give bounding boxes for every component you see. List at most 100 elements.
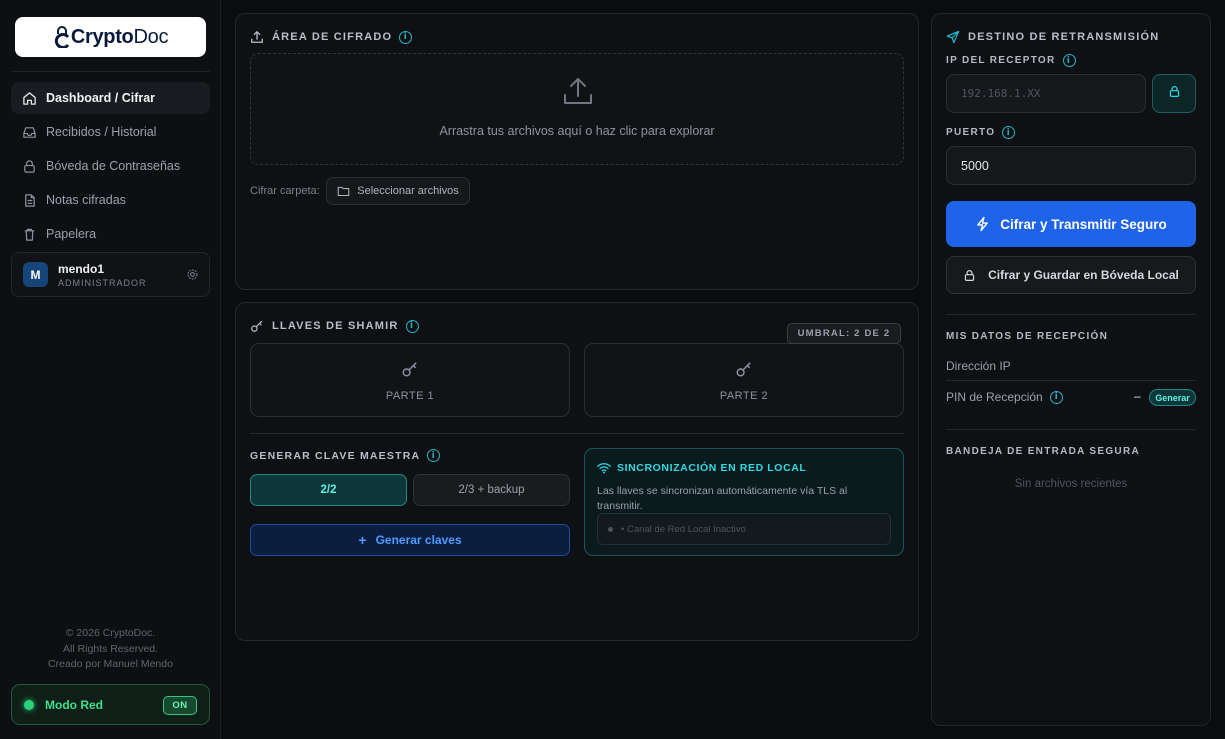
encrypt-area-panel: ÁREA DE CIFRADO i Arrastra tus archivos … (235, 13, 919, 290)
sidebar-divider (11, 71, 210, 72)
user-info: mendo1 ADMINISTRADOR (58, 262, 147, 288)
right-divider (946, 429, 1196, 430)
sidebar-item-trash[interactable]: Papelera (11, 218, 210, 250)
plus-icon: + (358, 532, 367, 548)
sync-title: SINCRONIZACIÓN EN RED LOCAL (617, 462, 807, 474)
app-logo[interactable]: Crypto Doc (15, 17, 206, 57)
info-icon[interactable]: i (1002, 126, 1016, 139)
encrypt-transmit-button[interactable]: Cifrar y Transmitir Seguro (946, 201, 1196, 247)
generate-keys-button[interactable]: + Generar claves (250, 524, 570, 556)
local-sync-box: SINCRONIZACIÓN EN RED LOCAL Las llaves s… (584, 448, 904, 556)
port-label: PUERTO (946, 127, 996, 138)
key-icon (401, 360, 419, 383)
info-icon[interactable]: i (405, 319, 419, 333)
user-card[interactable]: M mendo1 ADMINISTRADOR (11, 252, 210, 297)
receiver-ip-input[interactable]: 192.168.1.XX (946, 74, 1146, 113)
sidebar-item-label: Bóveda de Contraseñas (46, 159, 181, 173)
lightning-icon (975, 216, 990, 232)
network-mode-label: Modo Red (45, 697, 103, 712)
lock-icon (1168, 85, 1181, 103)
shamir-title: LLAVES DE SHAMIR (272, 320, 399, 332)
document-icon (21, 192, 37, 208)
upload-large-icon (561, 74, 595, 113)
pin-value: – (1134, 389, 1141, 403)
transmission-panel: DESTINO DE RETRANSMISIÓN IP DEL RECEPTOR… (931, 13, 1211, 726)
port-input[interactable]: 5000 (946, 146, 1196, 185)
sidebar-item-label: Notas cifradas (46, 193, 126, 207)
threshold-badge: UMBRAL: 2 DE 2 (787, 323, 901, 344)
sidebar-item-notes[interactable]: Notas cifradas (11, 184, 210, 216)
shamir-divider (250, 433, 904, 434)
logo-lock-icon (53, 26, 71, 49)
sidebar-footer: © 2026 CryptoDoc. All Rights Reserved. C… (11, 626, 210, 673)
info-icon[interactable]: i (1049, 390, 1063, 404)
option-2-of-3-button[interactable]: 2/3 + backup (413, 474, 570, 506)
user-role: ADMINISTRADOR (58, 277, 147, 288)
wifi-icon (597, 462, 611, 474)
sidebar-item-dashboard[interactable]: Dashboard / Cifrar (11, 82, 210, 114)
sync-description: Las llaves se sincronizan automáticament… (597, 485, 848, 512)
sidebar-item-label: Papelera (46, 227, 97, 241)
encrypt-transmit-label: Cifrar y Transmitir Seguro (1000, 216, 1167, 232)
sidebar-nav: Dashboard / Cifrar Recibidos / Historial… (11, 82, 210, 252)
shamir-header: LLAVES DE SHAMIR i (250, 319, 419, 333)
pin-label: PIN de Recepción (946, 390, 1043, 404)
generate-pin-button[interactable]: Generar (1149, 389, 1196, 406)
lock-icon (963, 269, 976, 282)
logo-wordmark: Crypto Doc (53, 26, 168, 49)
inbox-icon (21, 124, 37, 140)
key-icon (250, 319, 264, 333)
master-key-title: GENERAR CLAVE MAESTRA (250, 449, 421, 462)
select-files-button[interactable]: Seleccionar archivos (326, 177, 470, 205)
sync-status-text: • Canal de Red Local Inactivo (621, 523, 746, 535)
secure-inbox-title: BANDEJA DE ENTRADA SEGURA (946, 446, 1140, 457)
port-header: PUERTO i (946, 126, 1016, 139)
footer-author: Creado por Manuel Mendo (48, 658, 173, 670)
avatar: M (23, 262, 48, 287)
info-icon[interactable]: i (1062, 54, 1076, 67)
upload-icon (250, 30, 264, 44)
encrypt-area-title: ÁREA DE CIFRADO (272, 31, 393, 43)
sidebar: Crypto Doc Dashboard / Cifrar Recibidos /… (0, 0, 221, 739)
option-2-of-2-button[interactable]: 2/2 (250, 474, 407, 506)
receiver-ip-header: IP DEL RECEPTOR i (946, 54, 1076, 67)
sync-header: SINCRONIZACIÓN EN RED LOCAL (597, 462, 806, 474)
sidebar-item-vault[interactable]: Bóveda de Contraseñas (11, 150, 210, 182)
sidebar-item-received[interactable]: Recibidos / Historial (11, 116, 210, 148)
lock-ip-button[interactable] (1152, 74, 1196, 113)
master-key-header: GENERAR CLAVE MAESTRA i (250, 449, 441, 462)
footer-rights: All Rights Reserved. (62, 642, 159, 655)
sidebar-item-label: Dashboard / Cifrar (46, 91, 156, 105)
network-on-badge[interactable]: ON (163, 696, 197, 715)
right-divider (946, 314, 1196, 315)
encrypt-area-header: ÁREA DE CIFRADO i (250, 30, 413, 44)
shamir-part-label: PARTE 2 (719, 390, 769, 402)
right-divider (946, 380, 1196, 381)
send-icon (946, 30, 960, 44)
shamir-part-1[interactable]: PARTE 1 (250, 343, 570, 417)
folder-icon (337, 185, 350, 197)
footer-copyright: © 2026 CryptoDoc. (65, 627, 156, 639)
trash-icon (21, 226, 37, 242)
gear-icon[interactable] (186, 268, 199, 286)
ip-address-label: Dirección IP (946, 359, 1011, 373)
file-dropzone[interactable]: Arrastra tus archivos aquí o haz clic pa… (250, 53, 904, 165)
select-files-label: Seleccionar archivos (357, 185, 459, 197)
reception-data-title: MIS DATOS DE RECEPCIÓN (946, 331, 1109, 342)
encrypt-save-vault-button[interactable]: Cifrar y Guardar en Bóveda Local (946, 256, 1196, 294)
logo-light-text: Doc (133, 25, 169, 48)
receiver-ip-label: IP DEL RECEPTOR (946, 55, 1056, 66)
network-status-dot (24, 699, 34, 710)
network-mode-toggle[interactable]: Modo Red ON (11, 684, 210, 725)
logo-bold-text: Crypto (70, 25, 134, 48)
generate-keys-label: Generar claves (375, 533, 462, 547)
shamir-keys-panel: LLAVES DE SHAMIR i PARTE 1 PARTE 2 UMBRA… (235, 302, 919, 641)
encrypt-save-vault-label: Cifrar y Guardar en Bóveda Local (988, 268, 1179, 282)
info-icon[interactable]: i (427, 449, 441, 462)
lock-icon (21, 158, 37, 174)
home-icon (21, 90, 37, 106)
shamir-part-2[interactable]: PARTE 2 (584, 343, 904, 417)
key-icon (735, 360, 753, 383)
info-icon[interactable]: i (399, 30, 413, 44)
sync-status-field: • Canal de Red Local Inactivo (597, 513, 891, 545)
